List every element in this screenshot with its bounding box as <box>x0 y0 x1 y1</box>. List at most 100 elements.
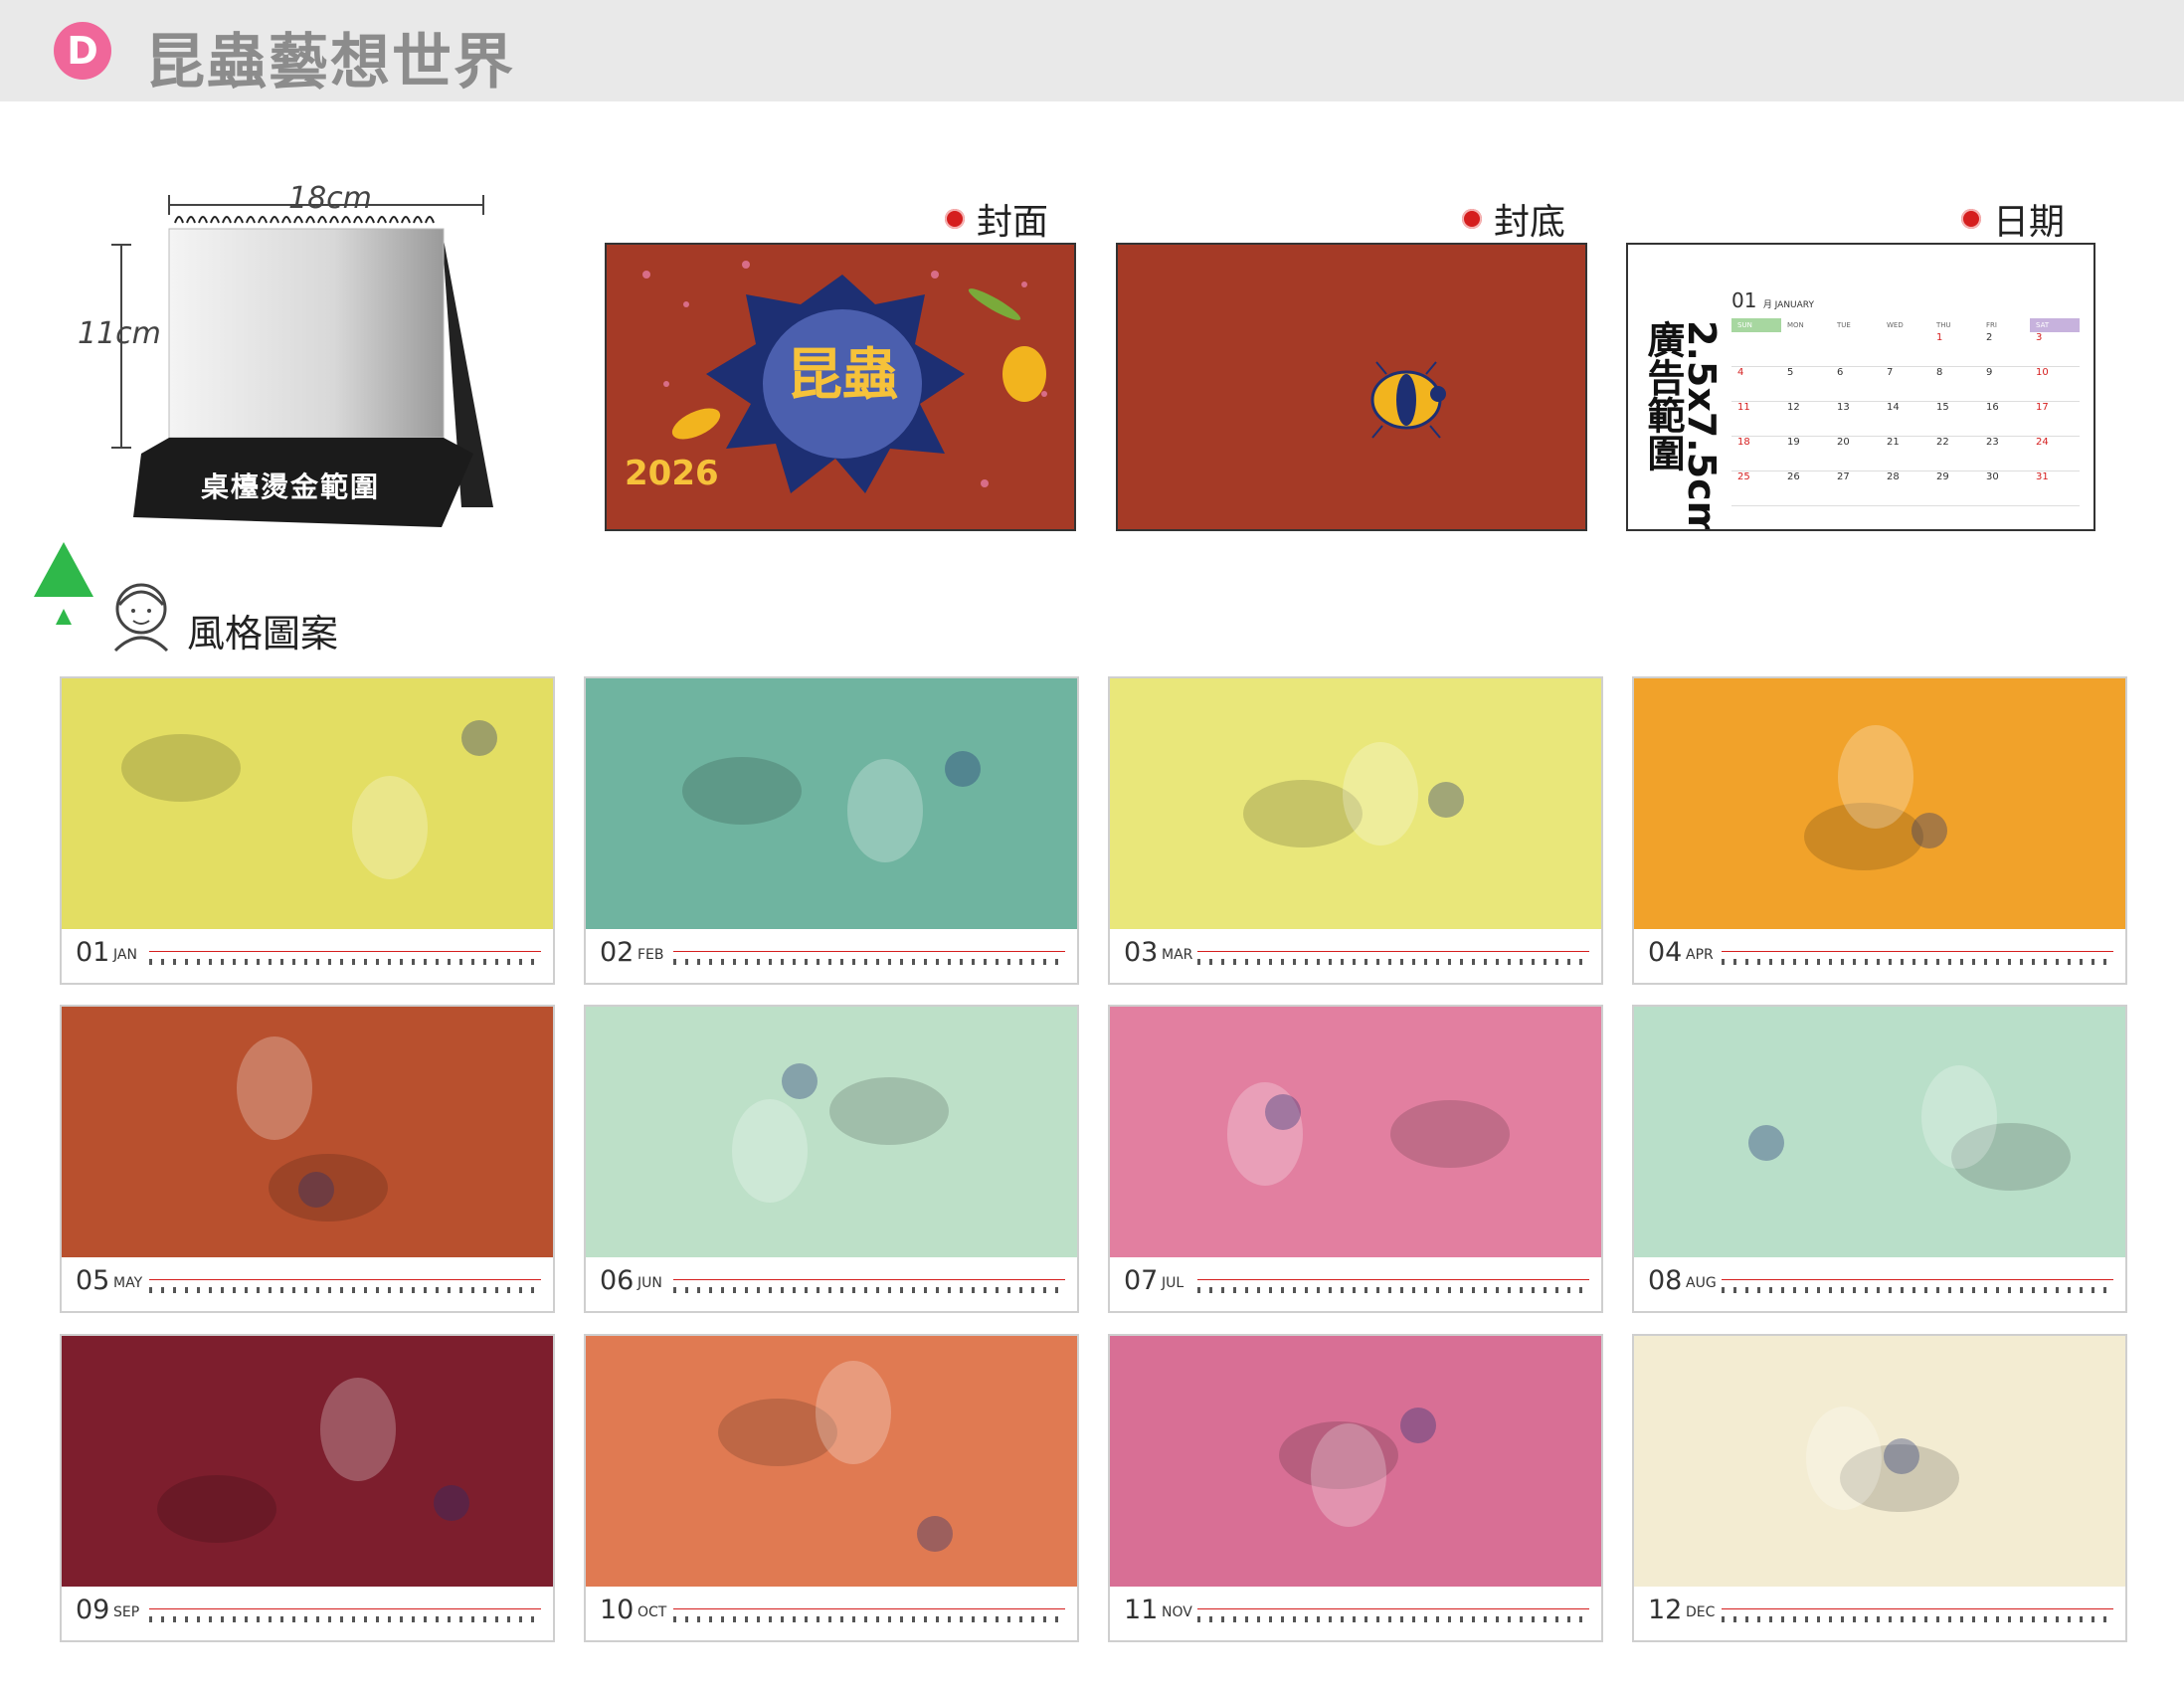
day-strip <box>673 941 1065 952</box>
month-number: 02 <box>600 937 635 968</box>
beetle-icon <box>1370 361 1446 439</box>
date-strip <box>1197 1287 1589 1293</box>
month-name: OCT <box>637 1604 667 1620</box>
month-card: 11 NOV <box>1108 1334 1603 1642</box>
month-artwork <box>1634 678 2125 929</box>
month-artwork <box>62 678 553 929</box>
insect-illustration <box>1243 742 1464 847</box>
month-number: 08 <box>1648 1265 1683 1296</box>
month-artwork <box>586 1007 1077 1257</box>
cover-preview: 昆蟲 2026 <box>605 243 1076 531</box>
day-strip <box>1197 941 1589 952</box>
day-strip <box>149 941 541 952</box>
back-preview <box>1116 243 1587 531</box>
month-name: JUN <box>637 1275 662 1291</box>
girl-face-icon <box>113 583 169 653</box>
week-row: 4 5 6 7 8 9 10 <box>1731 367 2080 402</box>
month-artwork <box>1110 1336 1601 1587</box>
day-strip <box>1722 1269 2113 1280</box>
desk-calendar-mockup: 桌檯燙金範圍 <box>103 189 501 527</box>
month-number: 11 <box>1124 1595 1159 1625</box>
cover-label: 封面 <box>945 193 1048 245</box>
month-name: MAR <box>1162 947 1193 963</box>
month-card: 01 JAN <box>60 676 555 985</box>
month-card: 04 APR <box>1632 676 2127 985</box>
calendar-grid: SUN MON TUE WED THU FRI SAT 123 4 5 6 7 8 9 10… <box>1731 318 2080 506</box>
calendar-month-header: 01 月 JANUARY <box>1731 288 1814 312</box>
month-artwork <box>1110 678 1601 929</box>
date-strip <box>673 1287 1065 1293</box>
red-dot-icon <box>1961 209 1981 229</box>
month-name: JAN <box>113 947 137 963</box>
insect-illustration <box>1279 1408 1436 1527</box>
page-title: 昆蟲藝想世界 <box>145 28 515 97</box>
svg-text:昆蟲: 昆蟲 <box>787 343 898 408</box>
style-section-label: 風格圖案 <box>187 612 339 656</box>
month-name: SEP <box>113 1604 140 1620</box>
red-dot-icon <box>1462 209 1482 229</box>
month-footer: 06 JUN <box>586 1257 1077 1311</box>
month-artwork <box>62 1007 553 1257</box>
month-artwork <box>586 678 1077 929</box>
date-strip <box>149 959 541 965</box>
triangle-icon <box>34 542 93 625</box>
week-row: 11 12 13 14 15 16 17 <box>1731 402 2080 437</box>
month-card: 08 AUG <box>1632 1005 2127 1313</box>
imprint-area-label: 桌檯燙金範圍 <box>200 470 380 503</box>
month-card: 03 MAR <box>1108 676 1603 985</box>
week-row: 18 19 20 21 22 23 24 <box>1731 437 2080 471</box>
insect-illustration <box>1227 1082 1510 1186</box>
insect-illustration <box>732 1063 949 1203</box>
day-strip <box>149 1269 541 1280</box>
month-artwork <box>1634 1007 2125 1257</box>
ad-area-text: 廣告範圍 <box>1641 320 1685 471</box>
month-footer: 11 NOV <box>1110 1587 1601 1640</box>
month-name: NOV <box>1162 1604 1192 1620</box>
month-name: FEB <box>637 947 664 963</box>
month-card: 12 DEC <box>1632 1334 2127 1642</box>
date-strip <box>1722 959 2113 965</box>
weekday-row: SUN MON TUE WED THU FRI SAT <box>1731 318 2080 332</box>
month-name: MAY <box>113 1275 143 1291</box>
week-row: 25 26 27 28 29 30 31 <box>1731 471 2080 506</box>
month-name: JUL <box>1162 1275 1184 1291</box>
month-artwork <box>62 1336 553 1587</box>
month-number: 05 <box>76 1265 110 1296</box>
back-label: 封底 <box>1462 193 1565 245</box>
month-card: 02 FEB <box>584 676 1079 985</box>
month-number: 03 <box>1124 937 1159 968</box>
day-strip <box>1197 1269 1589 1280</box>
cover-year: 2026 <box>625 454 719 493</box>
insect-illustration <box>157 1378 469 1543</box>
month-number: 06 <box>600 1265 635 1296</box>
month-footer: 07 JUL <box>1110 1257 1601 1311</box>
month-number: 01 <box>76 937 110 968</box>
date-strip <box>673 959 1065 965</box>
month-number: 07 <box>1124 1265 1159 1296</box>
date-strip <box>1722 1616 2113 1622</box>
date-strip <box>1197 959 1589 965</box>
insect-illustration <box>1804 725 1947 870</box>
date-strip <box>149 1287 541 1293</box>
header-bar: D 昆蟲藝想世界 <box>0 0 2184 101</box>
day-strip <box>1722 1599 2113 1609</box>
date-strip <box>1722 1287 2113 1293</box>
insect-illustration <box>682 751 981 862</box>
month-name: AUG <box>1686 1275 1717 1291</box>
date-preview: 2.5x7.5cm 廣告範圍 01 月 JANUARY SUN MON TUE … <box>1626 243 2095 531</box>
month-footer: 03 MAR <box>1110 929 1601 983</box>
month-number: 04 <box>1648 937 1683 968</box>
month-card: 09 SEP <box>60 1334 555 1642</box>
day-strip <box>149 1599 541 1609</box>
month-name: APR <box>1686 947 1714 963</box>
section-badge: D <box>54 22 111 80</box>
day-strip <box>1197 1599 1589 1609</box>
month-card: 10 OCT <box>584 1334 1079 1642</box>
date-strip <box>673 1616 1065 1622</box>
month-card: 06 JUN <box>584 1005 1079 1313</box>
date-label: 日期 <box>1961 193 2065 245</box>
month-artwork <box>1634 1336 2125 1587</box>
insect-illustration <box>718 1361 953 1552</box>
month-artwork <box>586 1336 1077 1587</box>
month-number: 09 <box>76 1595 110 1625</box>
